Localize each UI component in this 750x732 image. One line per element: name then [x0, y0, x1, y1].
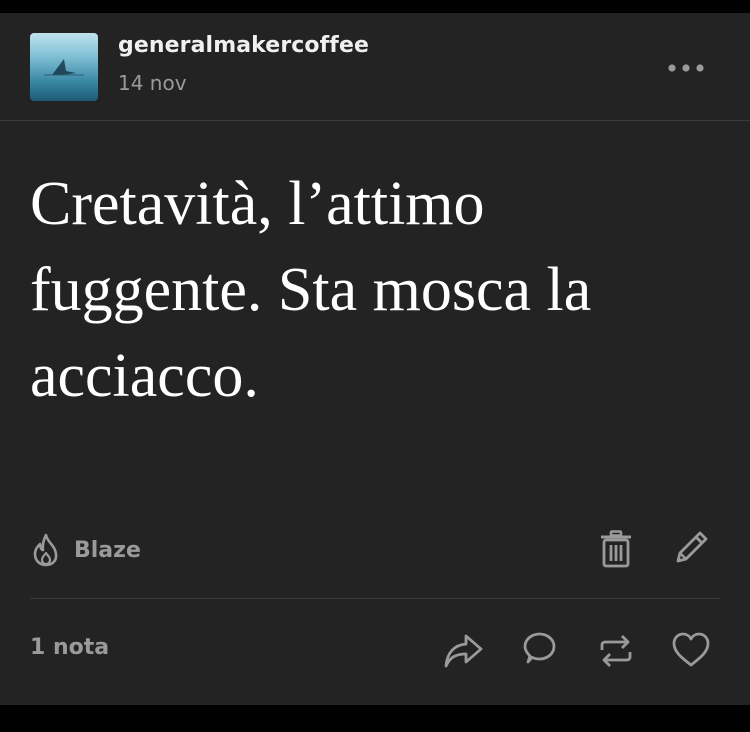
post-card: generalmakercoffee 14 nov Cretavità, l’a… [0, 13, 750, 705]
post-body-text: Cretavità, l’attimo fuggente. Sta mosca … [30, 170, 592, 410]
avatar[interactable] [30, 33, 98, 101]
more-dots-icon [668, 64, 704, 72]
speech-bubble-icon [523, 632, 556, 664]
blaze-button[interactable]: Blaze [30, 531, 141, 569]
reblog-icon [600, 635, 632, 667]
share-arrow-icon [444, 634, 483, 668]
pencil-icon [676, 531, 708, 563]
trash-icon [601, 530, 631, 568]
flame-icon [33, 533, 58, 567]
delete-button[interactable] [596, 529, 636, 569]
shark-fin-image [44, 59, 84, 76]
blog-username[interactable]: generalmakercoffee [118, 33, 369, 58]
post-date[interactable]: 14 nov [118, 71, 187, 95]
share-button[interactable] [443, 631, 483, 671]
edit-button[interactable] [672, 527, 712, 567]
heart-icon [672, 632, 710, 667]
blaze-label: Blaze [74, 537, 141, 563]
notes-count[interactable]: 1 nota [30, 635, 109, 660]
more-options-button[interactable] [662, 53, 710, 83]
actions-divider [30, 598, 720, 599]
reply-button[interactable] [519, 630, 559, 670]
post-header: generalmakercoffee 14 nov [0, 13, 750, 121]
like-button[interactable] [671, 630, 711, 670]
reblog-button[interactable] [596, 631, 636, 671]
